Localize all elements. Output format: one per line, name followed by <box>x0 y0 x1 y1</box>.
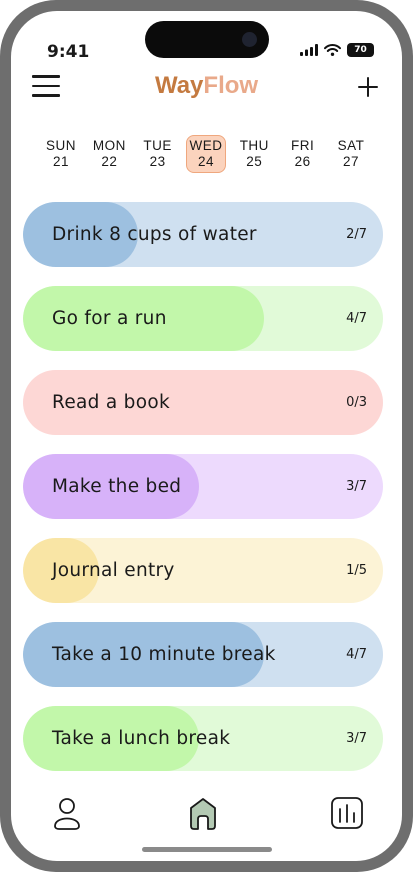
add-habit-button[interactable] <box>356 75 380 99</box>
app-title-part2: Flow <box>203 72 259 99</box>
app-title-part1: Way <box>154 72 204 99</box>
day-name: THU <box>239 138 269 153</box>
day-date: 23 <box>149 154 166 169</box>
battery-indicator: 70 <box>347 43 374 57</box>
habit-name: Drink 8 cups of water <box>52 224 257 245</box>
habit-row[interactable]: Take a 10 minute break 4/7 <box>23 622 383 687</box>
habit-name: Take a 10 minute break <box>52 644 276 665</box>
day-sat[interactable]: SAT 27 <box>331 135 371 173</box>
habit-row[interactable]: Take a lunch break 3/7 <box>23 706 383 771</box>
day-sun[interactable]: SUN 21 <box>41 135 81 173</box>
day-name: FRI <box>291 138 315 153</box>
day-selector: SUN 21 MON 22 TUE 23 WED 24 THU 25 FRI 26 SAT 27 <box>41 135 371 173</box>
dynamic-island <box>145 21 269 58</box>
day-date: 24 <box>197 154 214 169</box>
status-time: 9:41 <box>47 42 90 62</box>
day-name: MON <box>92 138 126 153</box>
day-date: 25 <box>246 154 263 169</box>
phone-frame: 9:41 70 WayFlow SUN 21 MON 22 TUE 23 WED 24 THU 2… <box>0 0 413 872</box>
habit-row[interactable]: Journal entry 1/5 <box>23 538 383 603</box>
habit-count: 3/7 <box>346 731 367 746</box>
habit-row[interactable]: Read a book 0/3 <box>23 370 383 435</box>
app-title: WayFlow <box>11 72 402 100</box>
habit-name: Go for a run <box>52 308 167 329</box>
habit-count: 1/5 <box>346 563 367 578</box>
habit-count: 2/7 <box>346 227 367 242</box>
screen: 9:41 70 WayFlow SUN 21 MON 22 TUE 23 WED 24 THU 2… <box>11 11 402 861</box>
habit-count: 4/7 <box>346 311 367 326</box>
habit-count: 3/7 <box>346 479 367 494</box>
day-date: 26 <box>294 154 311 169</box>
tab-bar <box>11 795 402 835</box>
day-mon[interactable]: MON 22 <box>89 135 129 173</box>
day-tue[interactable]: TUE 23 <box>138 135 178 173</box>
habit-count: 0/3 <box>346 395 367 410</box>
habit-name: Take a lunch break <box>52 728 231 749</box>
habit-row[interactable]: Make the bed 3/7 <box>23 454 383 519</box>
day-name: SUN <box>45 138 76 153</box>
habit-row[interactable]: Drink 8 cups of water 2/7 <box>23 202 383 267</box>
day-wed[interactable]: WED 24 <box>185 135 226 173</box>
wifi-icon <box>324 44 341 56</box>
status-icons: 70 <box>300 43 374 57</box>
day-thu[interactable]: THU 25 <box>234 135 274 173</box>
home-indicator <box>142 847 272 852</box>
home-tab[interactable] <box>187 795 227 835</box>
day-fri[interactable]: FRI 26 <box>283 135 323 173</box>
habit-name: Make the bed <box>52 476 182 497</box>
day-name: TUE <box>143 138 172 153</box>
habit-row[interactable]: Go for a run 4/7 <box>23 286 383 351</box>
day-date: 22 <box>101 154 118 169</box>
day-date: 21 <box>52 154 70 169</box>
stats-tab[interactable] <box>329 795 369 835</box>
habit-count: 4/7 <box>346 647 367 662</box>
day-date: 27 <box>342 154 359 169</box>
habit-name: Journal entry <box>52 560 175 581</box>
day-name: SAT <box>337 138 365 153</box>
profile-tab[interactable] <box>51 795 91 835</box>
habit-name: Read a book <box>52 392 170 413</box>
signal-icon <box>300 44 318 56</box>
habit-list: Drink 8 cups of water 2/7 Go for a run 4/7 R… <box>23 202 383 790</box>
camera-icon <box>242 32 257 47</box>
day-name: WED <box>189 138 223 153</box>
